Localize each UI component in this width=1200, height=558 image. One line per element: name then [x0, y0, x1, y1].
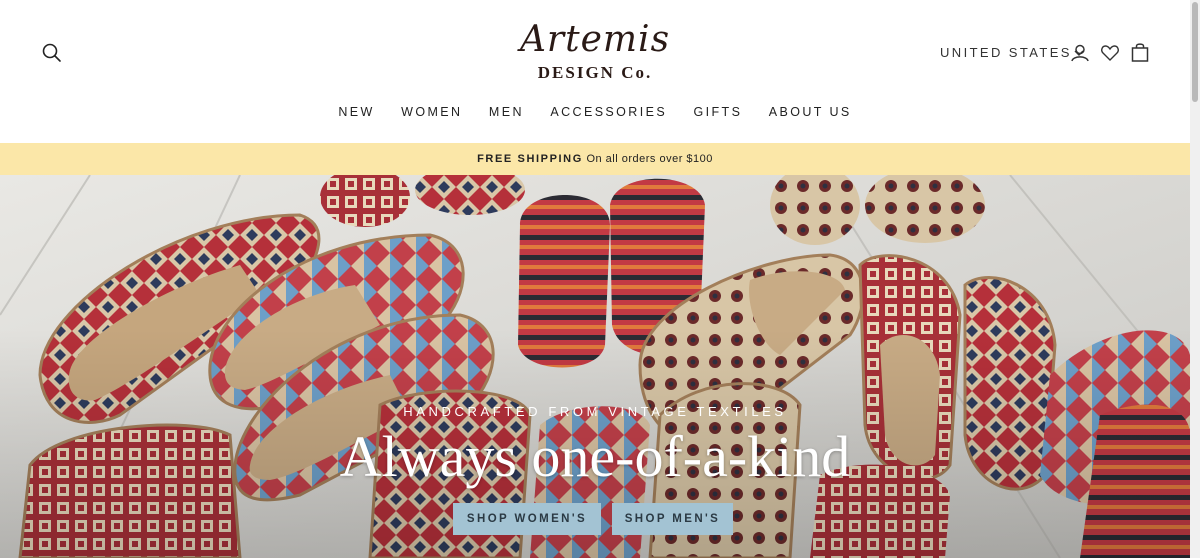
- nav-item-gifts[interactable]: GIFTS: [694, 105, 743, 119]
- logo-wordmark: Artemis: [519, 19, 671, 60]
- announcement-bar: FREE SHIPPING On all orders over $100: [0, 143, 1190, 175]
- announcement-text: On all orders over $100: [586, 153, 713, 165]
- announcement-bold: FREE SHIPPING: [477, 153, 583, 165]
- user-icon[interactable]: [1070, 43, 1090, 63]
- heart-icon[interactable]: [1100, 43, 1120, 63]
- site-header: Artemis DESIGN Co. UNITED STATES NEW WOM…: [0, 0, 1190, 143]
- country-label: UNITED STATES: [940, 45, 1072, 60]
- hero-overlay: [0, 175, 1190, 558]
- logo-subtitle: DESIGN Co.: [537, 63, 653, 82]
- nav-item-new[interactable]: NEW: [338, 105, 374, 119]
- bag-icon[interactable]: [1130, 41, 1150, 62]
- country-selector[interactable]: UNITED STATES: [940, 45, 1084, 60]
- main-nav: NEW WOMEN MEN ACCESSORIES GIFTS ABOUT US: [0, 103, 1190, 121]
- nav-item-women[interactable]: WOMEN: [401, 105, 462, 119]
- search-icon[interactable]: [40, 41, 64, 65]
- shop-mens-button[interactable]: SHOP MEN'S: [612, 503, 733, 535]
- nav-item-accessories[interactable]: ACCESSORIES: [550, 105, 667, 119]
- scrollbar[interactable]: [1190, 0, 1200, 558]
- scrollbar-thumb[interactable]: [1192, 2, 1198, 102]
- shop-womens-button[interactable]: SHOP WOMEN'S: [453, 503, 601, 535]
- hero-title: Always one-of-a-kind: [339, 424, 851, 489]
- brand-logo[interactable]: Artemis DESIGN Co.: [510, 22, 680, 86]
- nav-item-about-us[interactable]: ABOUT US: [769, 105, 852, 119]
- nav-item-men[interactable]: MEN: [489, 105, 524, 119]
- hero-kicker: HANDCRAFTED FROM VINTAGE TEXTILES: [403, 404, 787, 419]
- hero-section: HANDCRAFTED FROM VINTAGE TEXTILES Always…: [0, 175, 1190, 558]
